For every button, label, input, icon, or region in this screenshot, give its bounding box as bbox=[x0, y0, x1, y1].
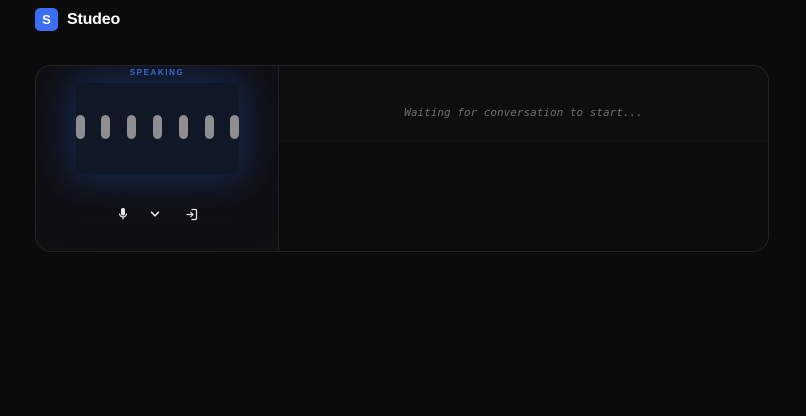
visualizer-bars bbox=[76, 83, 239, 174]
app-logo: S bbox=[35, 8, 58, 31]
agent-panel: SPEAKING bbox=[36, 66, 279, 251]
visualizer-bar bbox=[101, 115, 110, 139]
visualizer-bar bbox=[205, 115, 214, 139]
agent-state-label: SPEAKING bbox=[129, 68, 185, 77]
visualizer-bar bbox=[230, 115, 239, 139]
audio-visualizer bbox=[76, 83, 239, 174]
visualizer-bar bbox=[127, 115, 136, 139]
leave-call-button[interactable] bbox=[183, 206, 199, 222]
visualizer-bar bbox=[153, 115, 162, 139]
exit-icon bbox=[186, 208, 197, 220]
conversation-card: SPEAKING Waiting for conversation to sta… bbox=[35, 65, 769, 252]
microphone-button[interactable] bbox=[115, 206, 131, 222]
app-header: S Studeo bbox=[35, 8, 120, 31]
transcript-area bbox=[279, 66, 768, 142]
microphone-icon bbox=[118, 208, 128, 220]
chevron-down-icon bbox=[150, 211, 160, 217]
visualizer-bar bbox=[179, 115, 188, 139]
transcript-placeholder: Waiting for conversation to start... bbox=[404, 106, 643, 119]
transcript-panel: Waiting for conversation to start... bbox=[279, 66, 768, 251]
call-controls bbox=[36, 206, 278, 222]
device-select-button[interactable] bbox=[147, 206, 163, 222]
app-logo-letter: S bbox=[42, 12, 51, 27]
app-name: Studeo bbox=[67, 10, 121, 28]
visualizer-bar bbox=[76, 115, 85, 139]
